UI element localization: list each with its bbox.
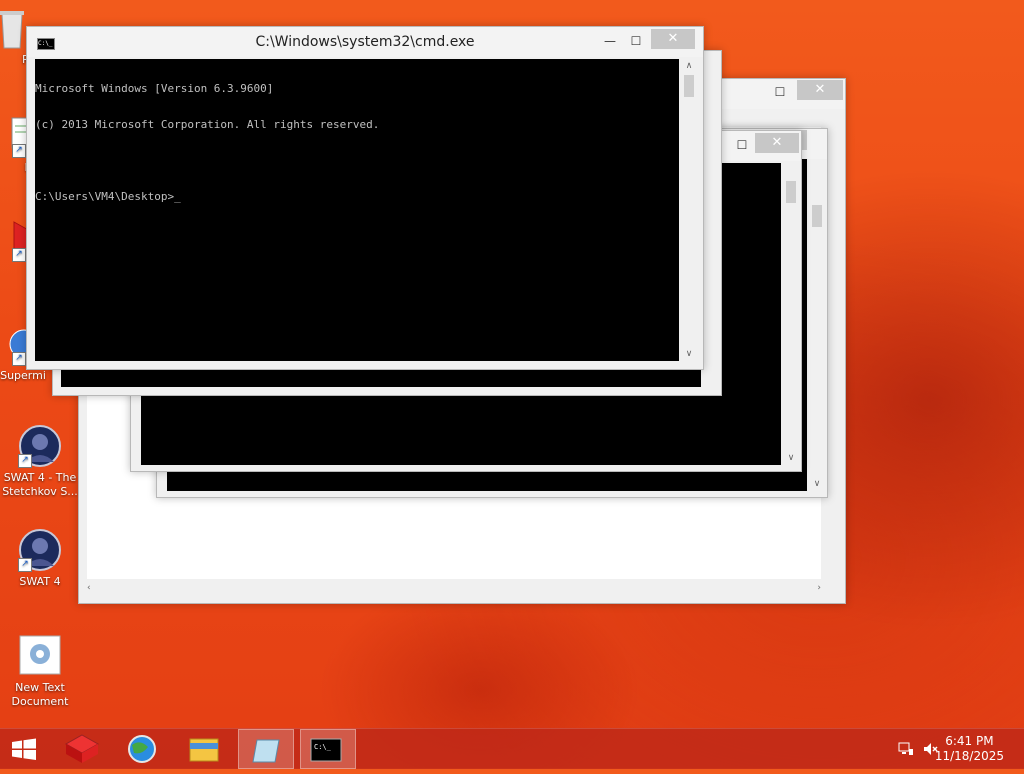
minimize-button[interactable]: — [597,31,623,51]
start-windows-icon [12,738,36,760]
clock-date: 11/18/2025 [934,749,1004,763]
scroll-up-icon[interactable]: ∧ [681,59,697,73]
ghost-window-4-maximize-icon: ☐ [774,85,786,99]
console-prompt: C:\Users\VM4\Desktop>_ [35,190,181,203]
cmd-vertical-scrollbar[interactable]: ∧ ∨ [681,59,697,361]
taskbar: C:\_ 6:41 PM 11/18/2025 [0,728,1024,769]
desktop-icon-label: Supermi [0,369,46,382]
svg-text:C:\_: C:\_ [314,743,332,751]
desktop-icon-label: SWAT 4 - The Stetchkov S... [2,471,78,498]
swat4-tss-icon: ↗ [18,424,62,468]
clock-time: 6:41 PM [945,734,994,748]
cmd-titlebar[interactable]: C:\_ C:\Windows\system32\cmd.exe — ☐ ✕ [27,27,703,57]
cmd-taskbar-icon: C:\_ [310,738,342,762]
desktop-icon-swat4[interactable]: ↗ SWAT 4 [0,528,80,589]
network-icon[interactable] [898,741,914,757]
desktop-icon-label: SWAT 4 [19,575,61,588]
console-line: (c) 2013 Microsoft Corporation. All righ… [35,118,380,131]
console-line: Microsoft Windows [Version 6.3.9600] [35,82,274,95]
start-button[interactable] [0,729,48,769]
taskbar-notepad[interactable] [238,729,294,769]
ghost-window-3-scrollbar: ∨ [809,159,825,491]
taskbar-browser[interactable] [114,729,170,769]
scroll-thumb[interactable] [684,75,694,97]
close-button[interactable]: ✕ [651,29,695,49]
maximize-button[interactable]: ☐ [623,31,649,51]
cmd-window[interactable]: C:\_ C:\Windows\system32\cmd.exe — ☐ ✕ M… [26,26,704,370]
ghost-window-4-close-icon: ✕ [797,80,843,100]
desktop-icon-swat4-tss[interactable]: ↗ SWAT 4 - The Stetchkov S... [0,424,80,499]
system-clock[interactable]: 6:41 PM 11/18/2025 [935,734,1004,764]
swat4-icon: ↗ [18,528,62,572]
file-explorer-icon [189,738,219,762]
ghost-window-2-maximize-icon: ☐ [736,138,748,152]
taskbar-red-cube-app[interactable] [54,729,110,769]
browser-globe-icon [128,735,156,763]
ghost-window-4-hscrollbar: ‹ › [87,581,821,595]
notepad-taskbar-icon [252,739,280,763]
minimize-icon: — [604,34,616,48]
desktop-icon-label: New Text Document [11,681,69,708]
ghost-window-2-scrollbar: ∨ [783,163,799,465]
red-cube-app-icon [64,734,100,763]
desktop-icon-new-text-document[interactable]: New Text Document [0,634,80,709]
taskbar-file-explorer[interactable] [176,729,232,769]
cmd-console[interactable]: Microsoft Windows [Version 6.3.9600] (c)… [35,59,679,361]
taskbar-cmd[interactable]: C:\_ [300,729,356,769]
ghost-window-2-close-icon: ✕ [755,133,799,153]
maximize-icon: ☐ [630,34,642,48]
scroll-down-icon[interactable]: ∨ [681,347,697,361]
text-document-icon [18,634,62,678]
close-icon: ✕ [667,31,679,46]
